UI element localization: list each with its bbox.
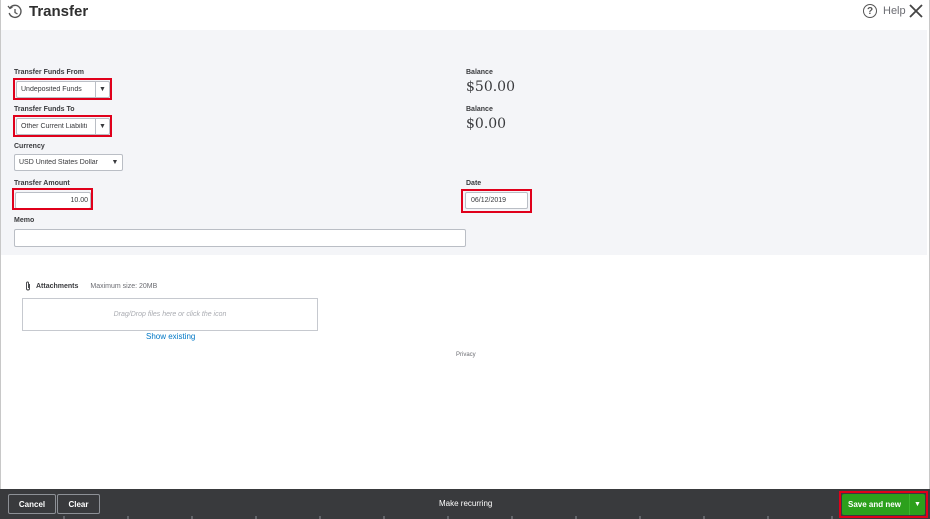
attachments-label: Attachments (36, 282, 79, 290)
show-existing-link[interactable]: Show existing (146, 332, 195, 341)
close-icon[interactable] (908, 3, 924, 19)
transfer-clock-icon (7, 4, 22, 19)
attachment-dropzone[interactable]: Drag/Drop files here or click the icon (22, 298, 318, 331)
privacy-link[interactable]: Privacy (456, 352, 476, 358)
to-balance-value: $0.00 (466, 116, 507, 132)
cancel-button[interactable]: Cancel (8, 494, 56, 514)
date-label: Date (466, 180, 482, 187)
from-balance-value: $50.00 (466, 79, 515, 95)
amount-highlight-box (12, 188, 93, 210)
attachments-header: Attachments Maximum size: 20MB (24, 281, 157, 291)
from-label: Transfer Funds From (14, 69, 85, 76)
from-highlight-box (13, 78, 112, 100)
memo-label: Memo (14, 217, 35, 224)
to-balance-label: Balance (466, 106, 493, 113)
help-label: Help (883, 5, 906, 17)
paperclip-icon[interactable] (24, 281, 32, 291)
save-highlight-box (839, 491, 928, 518)
help-circle-icon: ? (863, 4, 877, 18)
currency-label: Currency (14, 143, 45, 150)
currency-value: USD United States Dollar (19, 159, 98, 166)
amount-label: Transfer Amount (14, 180, 70, 187)
to-highlight-box (13, 115, 112, 137)
make-recurring-button[interactable]: Make recurring (439, 499, 492, 508)
page-title: Transfer (29, 3, 89, 20)
memo-input[interactable] (14, 229, 466, 247)
currency-select[interactable]: USD United States Dollar ▼ (14, 154, 123, 171)
help-button[interactable]: ? Help (863, 4, 906, 18)
dropzone-text: Drag/Drop files here or click the icon (113, 311, 227, 318)
form-panel (1, 0, 927, 255)
chevron-down-icon[interactable]: ▼ (108, 155, 122, 170)
from-balance-label: Balance (466, 69, 493, 76)
attachments-max-size: Maximum size: 20MB (90, 282, 158, 290)
header-bar (1, 0, 927, 30)
clear-button[interactable]: Clear (57, 494, 100, 514)
to-label: Transfer Funds To (14, 106, 75, 113)
date-highlight-box (461, 189, 532, 213)
